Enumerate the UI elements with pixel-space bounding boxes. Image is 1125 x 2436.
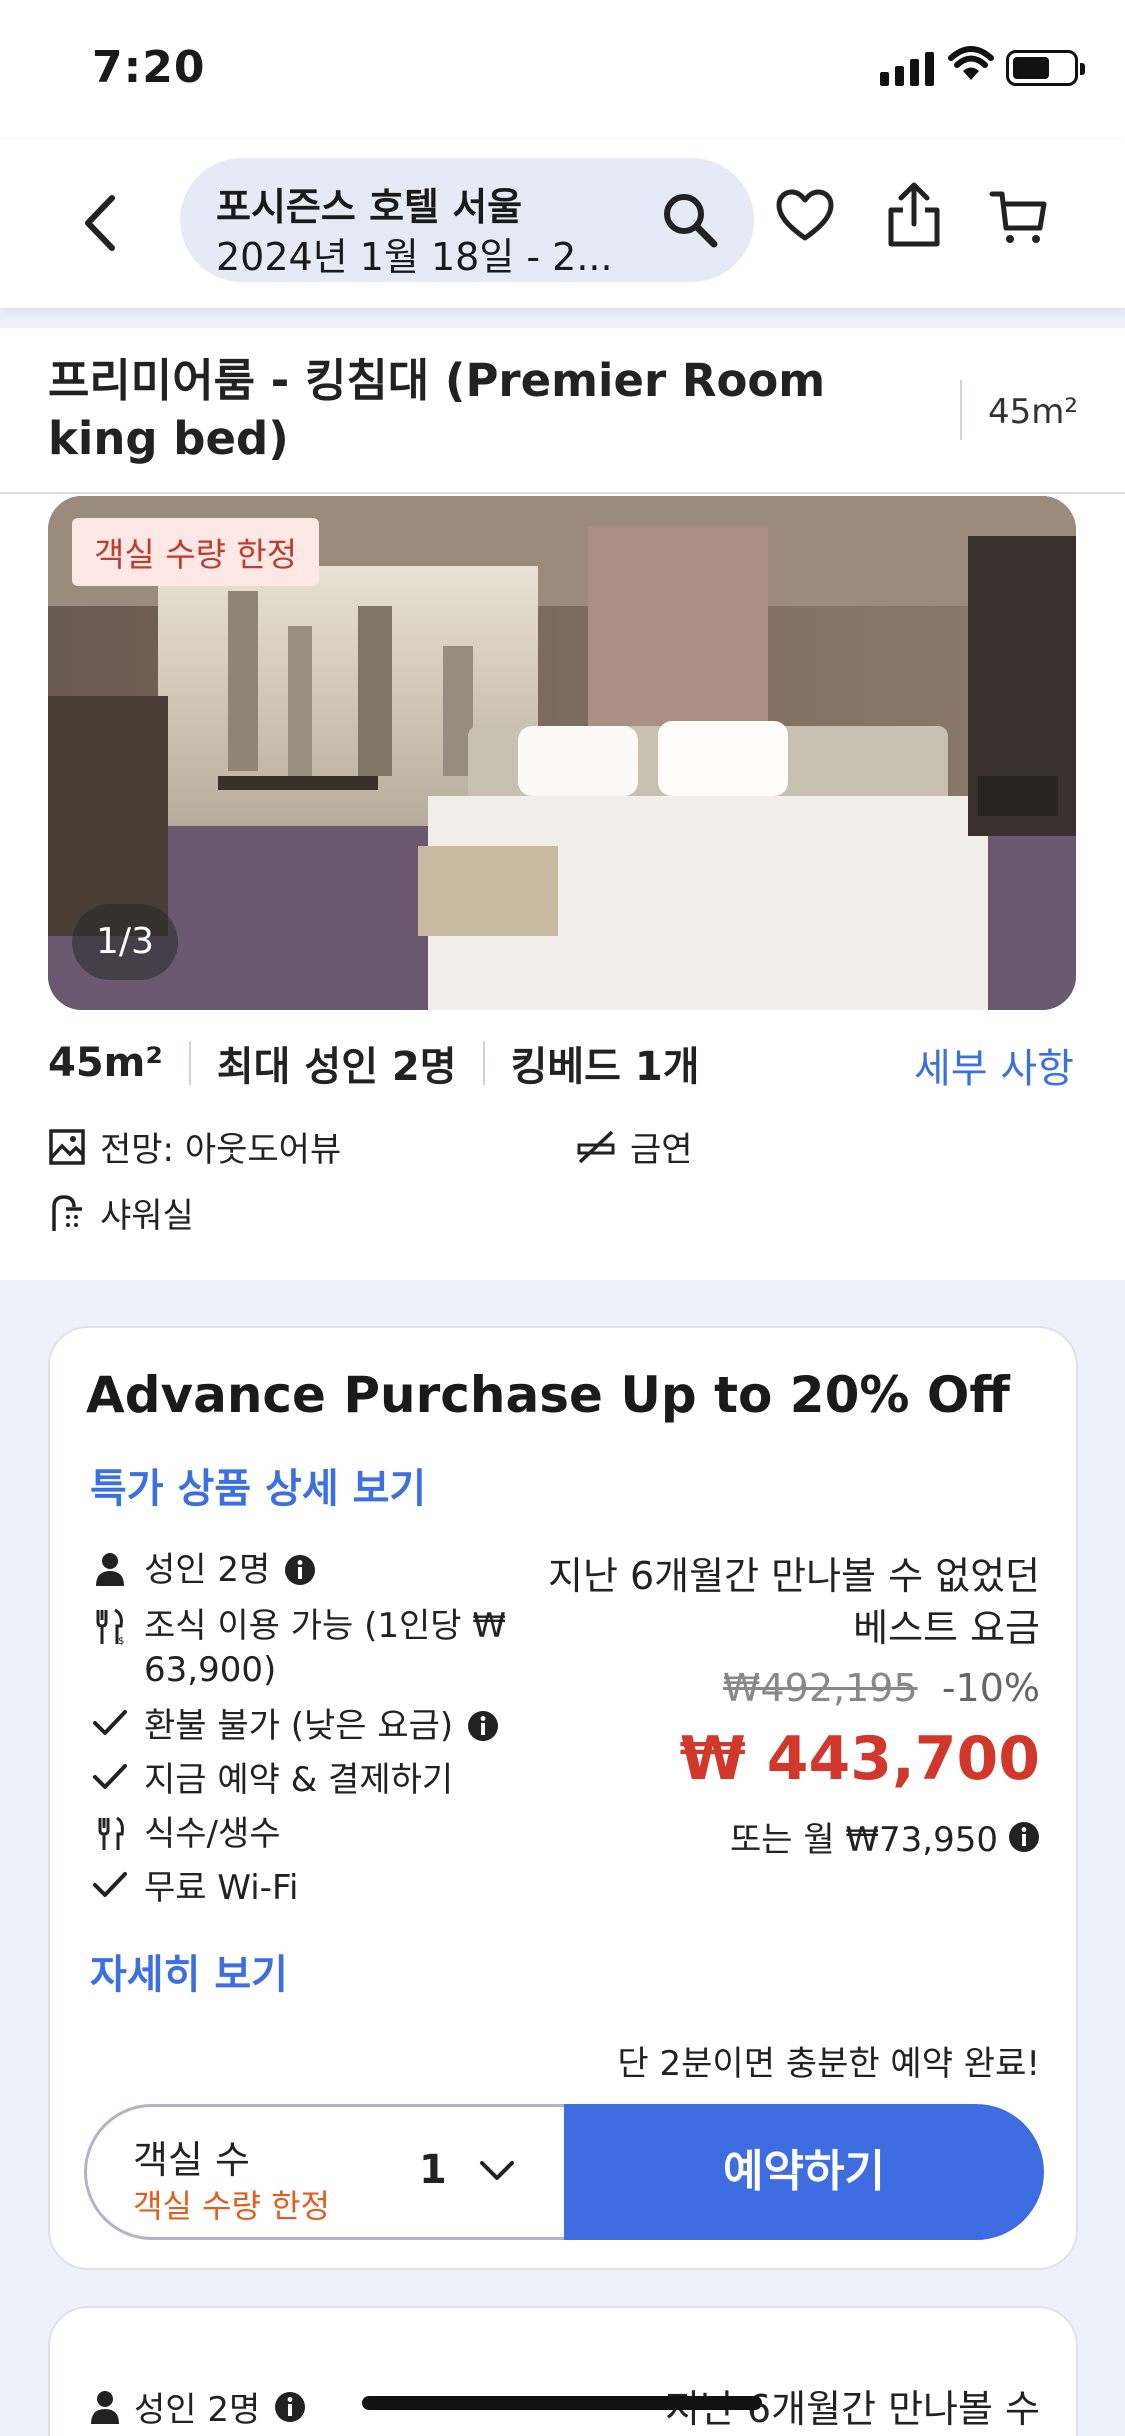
- room-limited-note: 객실 수량 한정: [133, 2187, 330, 2225]
- rate-card-2: 성인 2명 지난 6개월간 만나볼 수: [48, 2306, 1078, 2436]
- battery-icon: [1006, 50, 1085, 86]
- rate-card: Advance Purchase Up to 20% Off 특가 상품 상세 …: [48, 1326, 1078, 2270]
- view-icon: [49, 1128, 85, 1165]
- room-gallery-section: 객실 수량 한정 1/3 45m² 최대 성인 2명 킹베드 1개 세부 사항 …: [0, 494, 1125, 1280]
- limited-availability-badge: 객실 수량 한정: [72, 518, 320, 586]
- wifi-icon: [948, 46, 994, 80]
- feature-breakfast: $ 조식 이용 가능 (1인당 ₩ 63,900): [90, 1604, 520, 1692]
- more-details-link[interactable]: 자세히 보기: [90, 1942, 288, 2000]
- room-size: 45m²: [988, 392, 1079, 432]
- amenity-shower: 샤워실: [48, 1188, 194, 1237]
- info-icon[interactable]: [1008, 1821, 1040, 1853]
- room-header: 프리미어룸 - 킹침대 (Premier Room king bed) 45m²: [0, 328, 1125, 494]
- search-summary[interactable]: 포시즌스 호텔 서울 2024년 1월 18일 - 2...: [180, 158, 754, 282]
- home-indicator: [362, 2396, 762, 2410]
- feature-adults: 성인 2명: [90, 1548, 316, 1592]
- fork-knife-icon: [98, 1816, 124, 1850]
- check-icon: [93, 1764, 127, 1789]
- info-icon[interactable]: [274, 2391, 306, 2423]
- amenity-view: 전망: 아웃도어뷰: [48, 1122, 341, 1171]
- feature-dining: 식수/생수: [90, 1812, 281, 1856]
- room-specs: 45m² 최대 성인 2명 킹베드 1개: [48, 1034, 700, 1092]
- room-quantity-value: 1: [419, 2147, 447, 2193]
- feature-pay-now: 지금 예약 & 결제하기: [90, 1758, 453, 1802]
- feature-refund: 환불 불가 (낮은 요금): [90, 1704, 499, 1748]
- chevron-down-icon: [480, 2161, 514, 2180]
- check-icon: [93, 1710, 127, 1735]
- heart-icon[interactable]: [775, 188, 835, 244]
- search-icon[interactable]: [660, 190, 720, 250]
- discount-percent: -10%: [941, 1666, 1040, 1710]
- spec-size: 45m²: [48, 1040, 163, 1086]
- best-rate-note: 지난 6개월간 만나볼 수 없었던 베스트 요금: [547, 1554, 1040, 1650]
- status-time: 7:20: [92, 42, 206, 93]
- person-icon: [96, 1553, 124, 1586]
- room-quantity-label: 객실 수: [133, 2138, 250, 2182]
- book-button[interactable]: 예약하기: [564, 2104, 1044, 2240]
- deal-details-link[interactable]: 특가 상품 상세 보기: [90, 1456, 426, 1514]
- back-arrow-icon[interactable]: [70, 188, 130, 258]
- stay-dates: 2024년 1월 18일 - 2...: [216, 235, 613, 279]
- feature-adults-2: 성인 2명: [90, 2382, 306, 2431]
- photo-counter: 1/3: [72, 904, 178, 980]
- share-icon[interactable]: [885, 180, 943, 250]
- original-price: ₩492,195 -10%: [722, 1666, 1040, 1710]
- info-icon[interactable]: [284, 1554, 316, 1586]
- divider: [960, 380, 962, 440]
- status-bar: 7:20: [0, 0, 1125, 140]
- feature-wifi: 무료 Wi-Fi: [90, 1866, 298, 1910]
- rate-title: Advance Purchase Up to 20% Off: [86, 1366, 1010, 1424]
- spec-occupancy: 최대 성인 2명: [216, 1044, 457, 1090]
- breakfast-icon: $: [96, 1608, 124, 1646]
- check-icon: [93, 1872, 127, 1897]
- no-smoking-icon: [577, 1130, 615, 1163]
- room-title: 프리미어룸 - 킹침대 (Premier Room king bed): [48, 354, 826, 465]
- cart-icon[interactable]: [988, 188, 1048, 246]
- details-link[interactable]: 세부 사항: [914, 1036, 1074, 1094]
- hotel-name: 포시즌스 호텔 서울: [216, 185, 523, 229]
- amenity-nonsmoking: 금연: [576, 1122, 693, 1171]
- room-quantity-select[interactable]: 객실 수 객실 수량 한정 1: [84, 2104, 564, 2240]
- info-icon[interactable]: [467, 1710, 499, 1742]
- spec-bed: 킹베드 1개: [510, 1044, 700, 1090]
- shower-icon: [52, 1194, 82, 1231]
- cellular-signal-icon: [880, 52, 934, 86]
- top-nav: 포시즌스 호텔 서울 2024년 1월 18일 - 2...: [0, 140, 1125, 308]
- quick-booking-note: 단 2분이면 충분한 예약 완료!: [617, 2044, 1040, 2084]
- person-icon: [91, 2390, 119, 2424]
- monthly-price: 또는 월 ₩73,950: [730, 1812, 1040, 1861]
- final-price: ₩ 443,700: [679, 1724, 1040, 1794]
- svg-text:$: $: [118, 1636, 124, 1646]
